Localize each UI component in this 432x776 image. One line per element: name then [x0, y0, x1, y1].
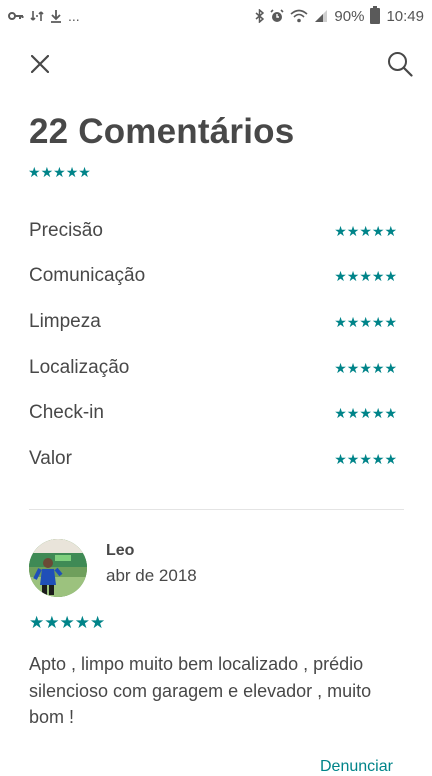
- battery-icon: [370, 6, 381, 24]
- rating-stars: ★ ★ ★ ★ ★: [334, 269, 397, 283]
- star-icon: ★: [384, 222, 397, 239]
- toolbar: [0, 38, 432, 86]
- category-ratings-list: Precisão ★ ★ ★ ★ ★ Comunicação ★ ★ ★ ★ ★ Limpeza…: [29, 208, 397, 482]
- star-icon: ★: [59, 613, 75, 632]
- rating-label: Localização: [29, 356, 130, 378]
- star-icon: ★: [334, 359, 347, 376]
- star-icon: ★: [359, 268, 372, 285]
- rating-row-checkin: Check-in ★ ★ ★ ★ ★: [29, 390, 397, 436]
- rating-stars: ★ ★ ★ ★ ★: [334, 361, 397, 375]
- key-icon: [8, 11, 24, 21]
- sync-icon: [30, 9, 44, 23]
- rating-stars: ★ ★ ★ ★ ★: [334, 224, 397, 238]
- rating-row-comunicacao: Comunicação ★ ★ ★ ★ ★: [29, 254, 397, 300]
- rating-row-localizacao: Localização ★ ★ ★ ★ ★: [29, 345, 397, 391]
- status-right: 90% 10:49: [255, 6, 424, 25]
- star-icon: ★: [359, 313, 372, 330]
- star-icon: ★: [65, 164, 79, 180]
- rating-row-precisao: Precisão ★ ★ ★ ★ ★: [29, 208, 397, 254]
- star-icon: ★: [346, 405, 360, 422]
- bluetooth-icon: [255, 9, 265, 23]
- review-text: Apto , limpo muito bem localizado , préd…: [29, 654, 372, 727]
- star-icon: ★: [334, 405, 347, 422]
- star-icon: ★: [44, 613, 60, 632]
- status-left: ...: [8, 8, 80, 24]
- star-icon: ★: [384, 405, 397, 422]
- rating-row-limpeza: Limpeza ★ ★ ★ ★ ★: [29, 299, 397, 345]
- star-icon: ★: [359, 359, 372, 376]
- star-icon: ★: [53, 164, 66, 180]
- star-icon: ★: [346, 450, 360, 467]
- star-icon: ★: [346, 268, 360, 285]
- star-icon: ★: [371, 268, 385, 285]
- alarm-icon: [270, 9, 284, 23]
- star-icon: ★: [28, 164, 41, 180]
- more-notifications-text: ...: [68, 8, 80, 24]
- star-icon: ★: [359, 405, 372, 422]
- battery-percent: 90%: [334, 7, 365, 25]
- rating-label: Limpeza: [29, 310, 101, 332]
- star-icon: ★: [384, 313, 397, 330]
- status-time: 10:49: [386, 7, 424, 25]
- star-icon: ★: [334, 222, 347, 239]
- star-icon: ★: [371, 222, 385, 239]
- star-icon: ★: [78, 164, 91, 180]
- star-icon: ★: [40, 164, 54, 180]
- star-icon: ★: [384, 268, 397, 285]
- star-icon: ★: [371, 313, 385, 330]
- star-icon: ★: [29, 613, 45, 632]
- avatar[interactable]: [29, 539, 87, 597]
- rating-label: Valor: [29, 447, 72, 469]
- signal-icon: [314, 9, 328, 23]
- search-button[interactable]: [382, 46, 418, 82]
- wifi-icon: [290, 9, 308, 23]
- review-date: abr de 2018: [106, 566, 197, 585]
- star-icon: ★: [334, 313, 347, 330]
- star-icon: ★: [371, 359, 385, 376]
- star-icon: ★: [384, 359, 397, 376]
- star-icon: ★: [346, 359, 360, 376]
- status-bar: ... 90% 10:49: [0, 0, 432, 32]
- reviewer-name: Leo: [106, 542, 135, 559]
- rating-row-valor: Valor ★ ★ ★ ★ ★: [29, 436, 397, 482]
- star-icon: ★: [359, 222, 372, 239]
- search-icon: [388, 52, 413, 77]
- divider: [29, 509, 404, 510]
- report-link[interactable]: Denunciar: [320, 758, 393, 776]
- star-icon: ★: [359, 450, 372, 467]
- download-icon: [50, 9, 62, 23]
- star-icon: ★: [384, 450, 397, 467]
- rating-stars: ★ ★ ★ ★ ★: [334, 406, 397, 420]
- star-icon: ★: [74, 613, 90, 632]
- star-icon: ★: [346, 313, 360, 330]
- star-icon: ★: [334, 450, 347, 467]
- overall-rating-stars: ★ ★ ★ ★ ★: [28, 165, 91, 179]
- review-rating-stars: ★ ★ ★ ★ ★: [29, 614, 105, 631]
- rating-stars: ★ ★ ★ ★ ★: [334, 452, 397, 466]
- star-icon: ★: [334, 268, 347, 285]
- rating-label: Check-in: [29, 402, 104, 424]
- rating-label: Precisão: [29, 219, 103, 241]
- rating-label: Comunicação: [29, 265, 146, 287]
- star-icon: ★: [371, 450, 385, 467]
- page-title: 22 Comentários: [29, 112, 295, 151]
- star-icon: ★: [371, 405, 385, 422]
- close-button[interactable]: [22, 46, 58, 82]
- star-icon: ★: [346, 222, 360, 239]
- rating-stars: ★ ★ ★ ★ ★: [334, 315, 397, 329]
- star-icon: ★: [90, 613, 106, 632]
- close-icon: [31, 55, 49, 73]
